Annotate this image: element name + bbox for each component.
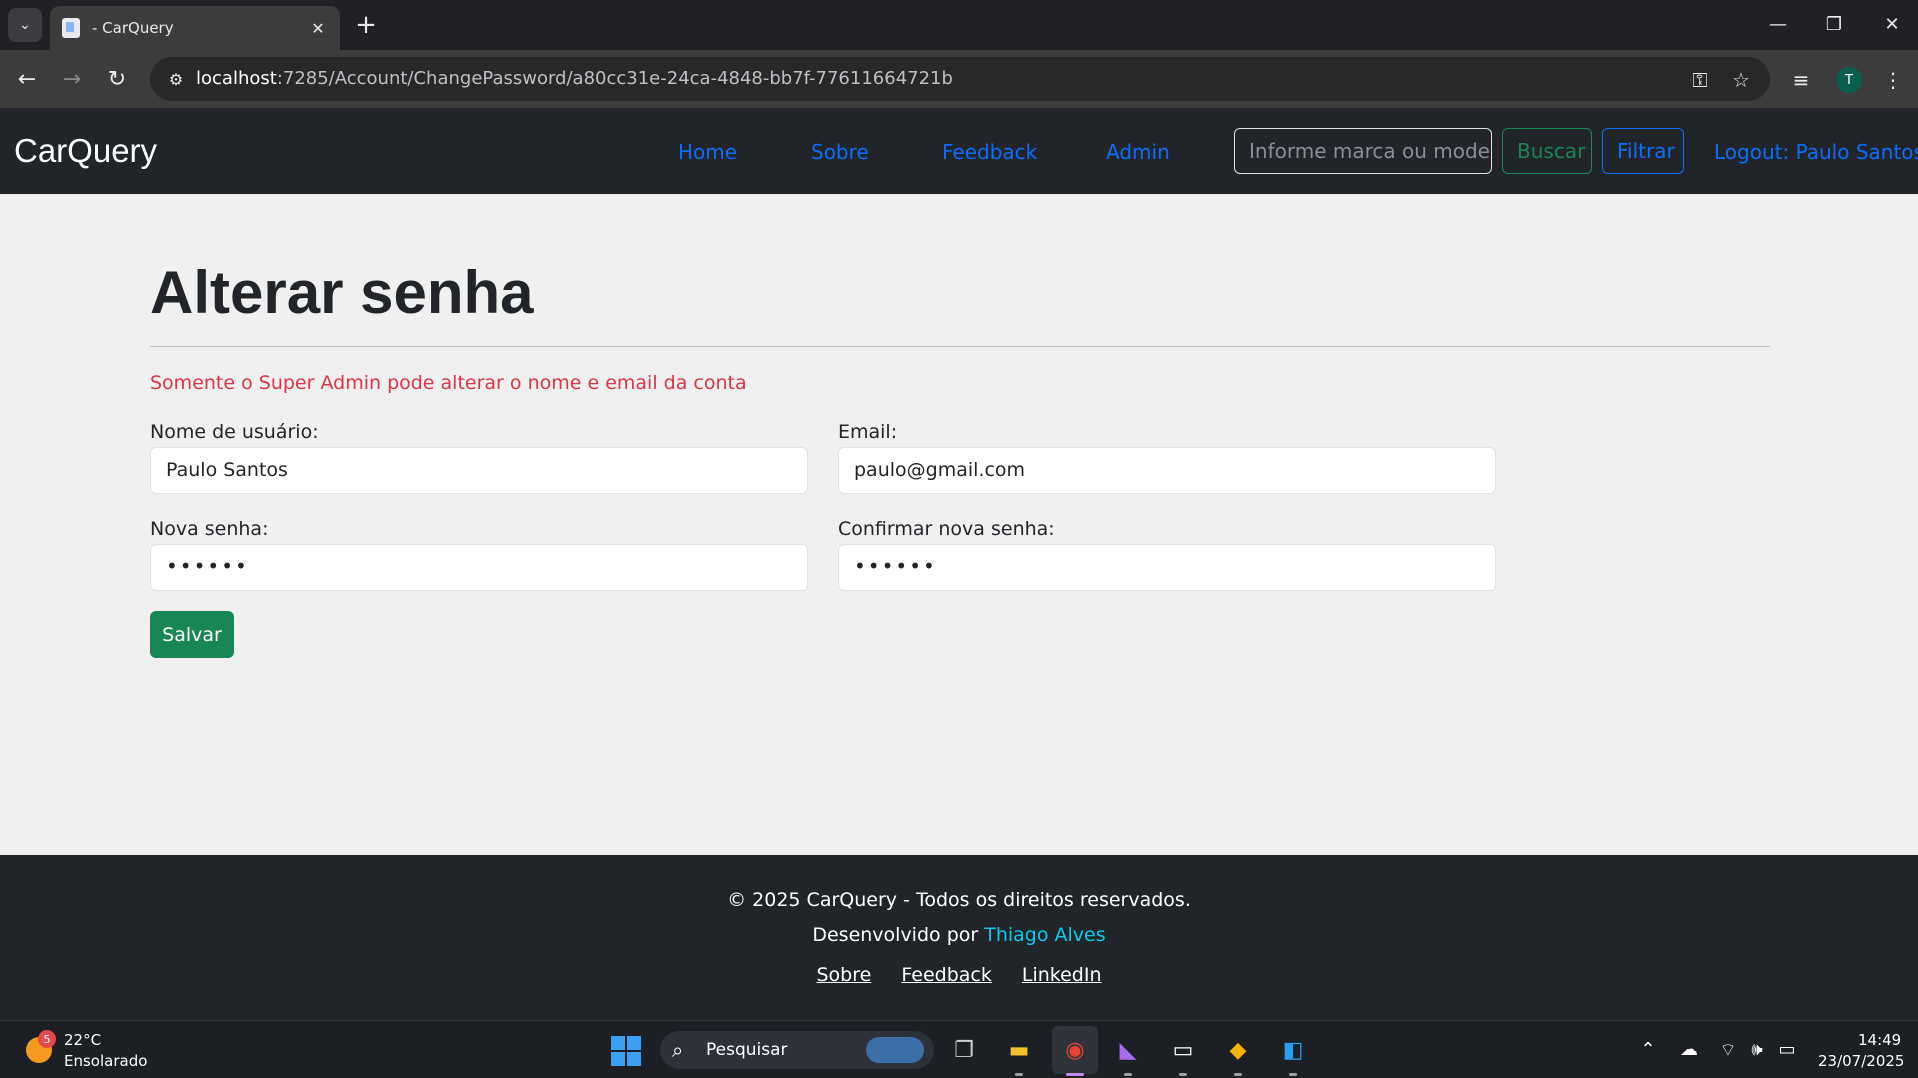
search-input[interactable]: Informe marca ou modelo [1234, 128, 1492, 174]
running-indicator [1179, 1073, 1187, 1076]
email-field[interactable]: paulo@gmail.com [838, 447, 1496, 494]
footer-link-linkedin[interactable]: LinkedIn [1022, 964, 1102, 986]
save-button[interactable]: Salvar [150, 611, 234, 658]
copyright-text: © 2025 CarQuery - Todos os direitos rese… [727, 889, 1191, 911]
vscode-icon[interactable]: ◧ [1275, 1032, 1311, 1068]
forward-icon[interactable]: → [55, 62, 89, 96]
nav-link-sobre[interactable]: Sobre [811, 140, 869, 164]
nav-link-feedback[interactable]: Feedback [942, 140, 1037, 164]
media-controls-icon[interactable]: ≡ [1788, 67, 1814, 93]
windows-taskbar: 5 22°C Ensolarado ⌕ Pesquisar ❐ ▬ ◉ ◣ ▭ … [0, 1020, 1918, 1078]
bookmark-star-icon[interactable]: ☆ [1728, 67, 1754, 93]
weather-badge: 5 [38, 1030, 56, 1048]
footer-link-sobre[interactable]: Sobre [816, 964, 871, 986]
chrome-icon[interactable]: ◉ [1057, 1032, 1093, 1068]
new-password-label: Nova senha: [150, 518, 269, 540]
username-label: Nome de usuário: [150, 421, 319, 443]
profile-avatar[interactable]: T [1836, 67, 1862, 93]
permission-notice: Somente o Super Admin pode alterar o nom… [150, 372, 747, 394]
search-highlight-icon [866, 1037, 924, 1063]
file-explorer-icon[interactable]: ▬ [1001, 1032, 1037, 1068]
clock-date[interactable]: 23/07/2025 [1818, 1052, 1904, 1070]
email-label: Email: [838, 421, 898, 443]
running-indicator [1015, 1073, 1023, 1076]
developer-link[interactable]: Thiago Alves [984, 924, 1105, 946]
windows-start-icon[interactable] [611, 1036, 641, 1066]
footer-link-feedback[interactable]: Feedback [901, 964, 991, 986]
terminal-icon[interactable]: ▭ [1165, 1032, 1201, 1068]
taskbar-search[interactable]: ⌕ Pesquisar [660, 1031, 934, 1069]
task-view-icon[interactable]: ❐ [946, 1032, 982, 1068]
url-path: :7285/Account/ChangePassword/a80cc31e-24… [276, 68, 953, 89]
restore-icon[interactable]: ❐ [1814, 8, 1854, 40]
close-icon[interactable]: ✕ [1872, 8, 1912, 40]
running-indicator [1289, 1073, 1297, 1076]
reload-icon[interactable]: ↻ [100, 62, 134, 96]
battery-icon[interactable]: ▭ [1775, 1039, 1799, 1060]
logout-link[interactable]: Logout: Paulo Santos [1714, 140, 1918, 164]
taskbar-search-label: Pesquisar [706, 1040, 788, 1060]
search-icon: ⌕ [672, 1038, 684, 1062]
weather-temperature[interactable]: 22°C [64, 1031, 101, 1049]
tab-title: - CarQuery [92, 19, 174, 37]
search-button[interactable]: Buscar [1502, 128, 1592, 174]
running-indicator [1234, 1073, 1242, 1076]
footer-links: Sobre Feedback LinkedIn [0, 964, 1918, 986]
git-client-icon[interactable]: ◆ [1220, 1032, 1256, 1068]
wifi-icon[interactable]: ⌔ [1716, 1039, 1740, 1062]
nav-link-admin[interactable]: Admin [1106, 140, 1170, 164]
developed-by-text: Desenvolvido por Thiago Alves [0, 924, 1918, 946]
new-password-field[interactable]: •••••• [150, 544, 808, 591]
tray-chevron-up-icon[interactable]: ⌃ [1636, 1039, 1660, 1060]
chevron-down-icon: ⌄ [19, 17, 31, 33]
password-key-icon[interactable]: ⚿ [1687, 67, 1713, 93]
browser-tab[interactable]: - CarQuery ✕ [50, 6, 340, 50]
browser-tab-strip: ⌄ - CarQuery ✕ + — ❐ ✕ [0, 0, 1918, 50]
minimize-icon[interactable]: — [1758, 8, 1798, 40]
filter-button[interactable]: Filtrar [1602, 128, 1684, 174]
running-indicator [1124, 1073, 1132, 1076]
username-field[interactable]: Paulo Santos [150, 447, 808, 494]
confirm-password-label: Confirmar nova senha: [838, 518, 1055, 540]
url-text: localhost:7285/Account/ChangePassword/a8… [196, 68, 953, 89]
browser-toolbar: ← → ↻ ⚙ localhost:7285/Account/ChangePas… [0, 50, 1918, 108]
site-info-icon[interactable]: ⚙ [164, 67, 188, 91]
brand-logo[interactable]: CarQuery [14, 132, 157, 170]
visual-studio-icon[interactable]: ◣ [1110, 1032, 1146, 1068]
onedrive-cloud-icon[interactable]: ☁ [1677, 1039, 1701, 1060]
tab-close-icon[interactable]: ✕ [308, 19, 328, 38]
confirm-password-field[interactable]: •••••• [838, 544, 1496, 591]
address-bar[interactable]: ⚙ localhost:7285/Account/ChangePassword/… [150, 57, 1770, 101]
clock-time[interactable]: 14:49 [1858, 1031, 1901, 1049]
new-tab-button[interactable]: + [352, 12, 380, 38]
nav-link-home[interactable]: Home [678, 140, 737, 164]
developed-by-prefix: Desenvolvido por [812, 924, 985, 946]
site-navbar: CarQuery Home Sobre Feedback Admin Infor… [0, 108, 1918, 194]
page-favicon-icon [62, 18, 80, 38]
page-title: Alterar senha [150, 259, 534, 326]
running-indicator-active [1066, 1073, 1084, 1076]
tab-search-button[interactable]: ⌄ [8, 8, 42, 42]
url-host: localhost [196, 68, 277, 89]
menu-dots-icon[interactable]: ⋮ [1880, 67, 1906, 93]
weather-description[interactable]: Ensolarado [64, 1052, 147, 1070]
title-divider [150, 346, 1770, 347]
back-icon[interactable]: ← [10, 62, 44, 96]
volume-icon[interactable]: 🕪 [1745, 1039, 1769, 1060]
site-footer: © 2025 CarQuery - Todos os direitos rese… [0, 855, 1918, 1020]
